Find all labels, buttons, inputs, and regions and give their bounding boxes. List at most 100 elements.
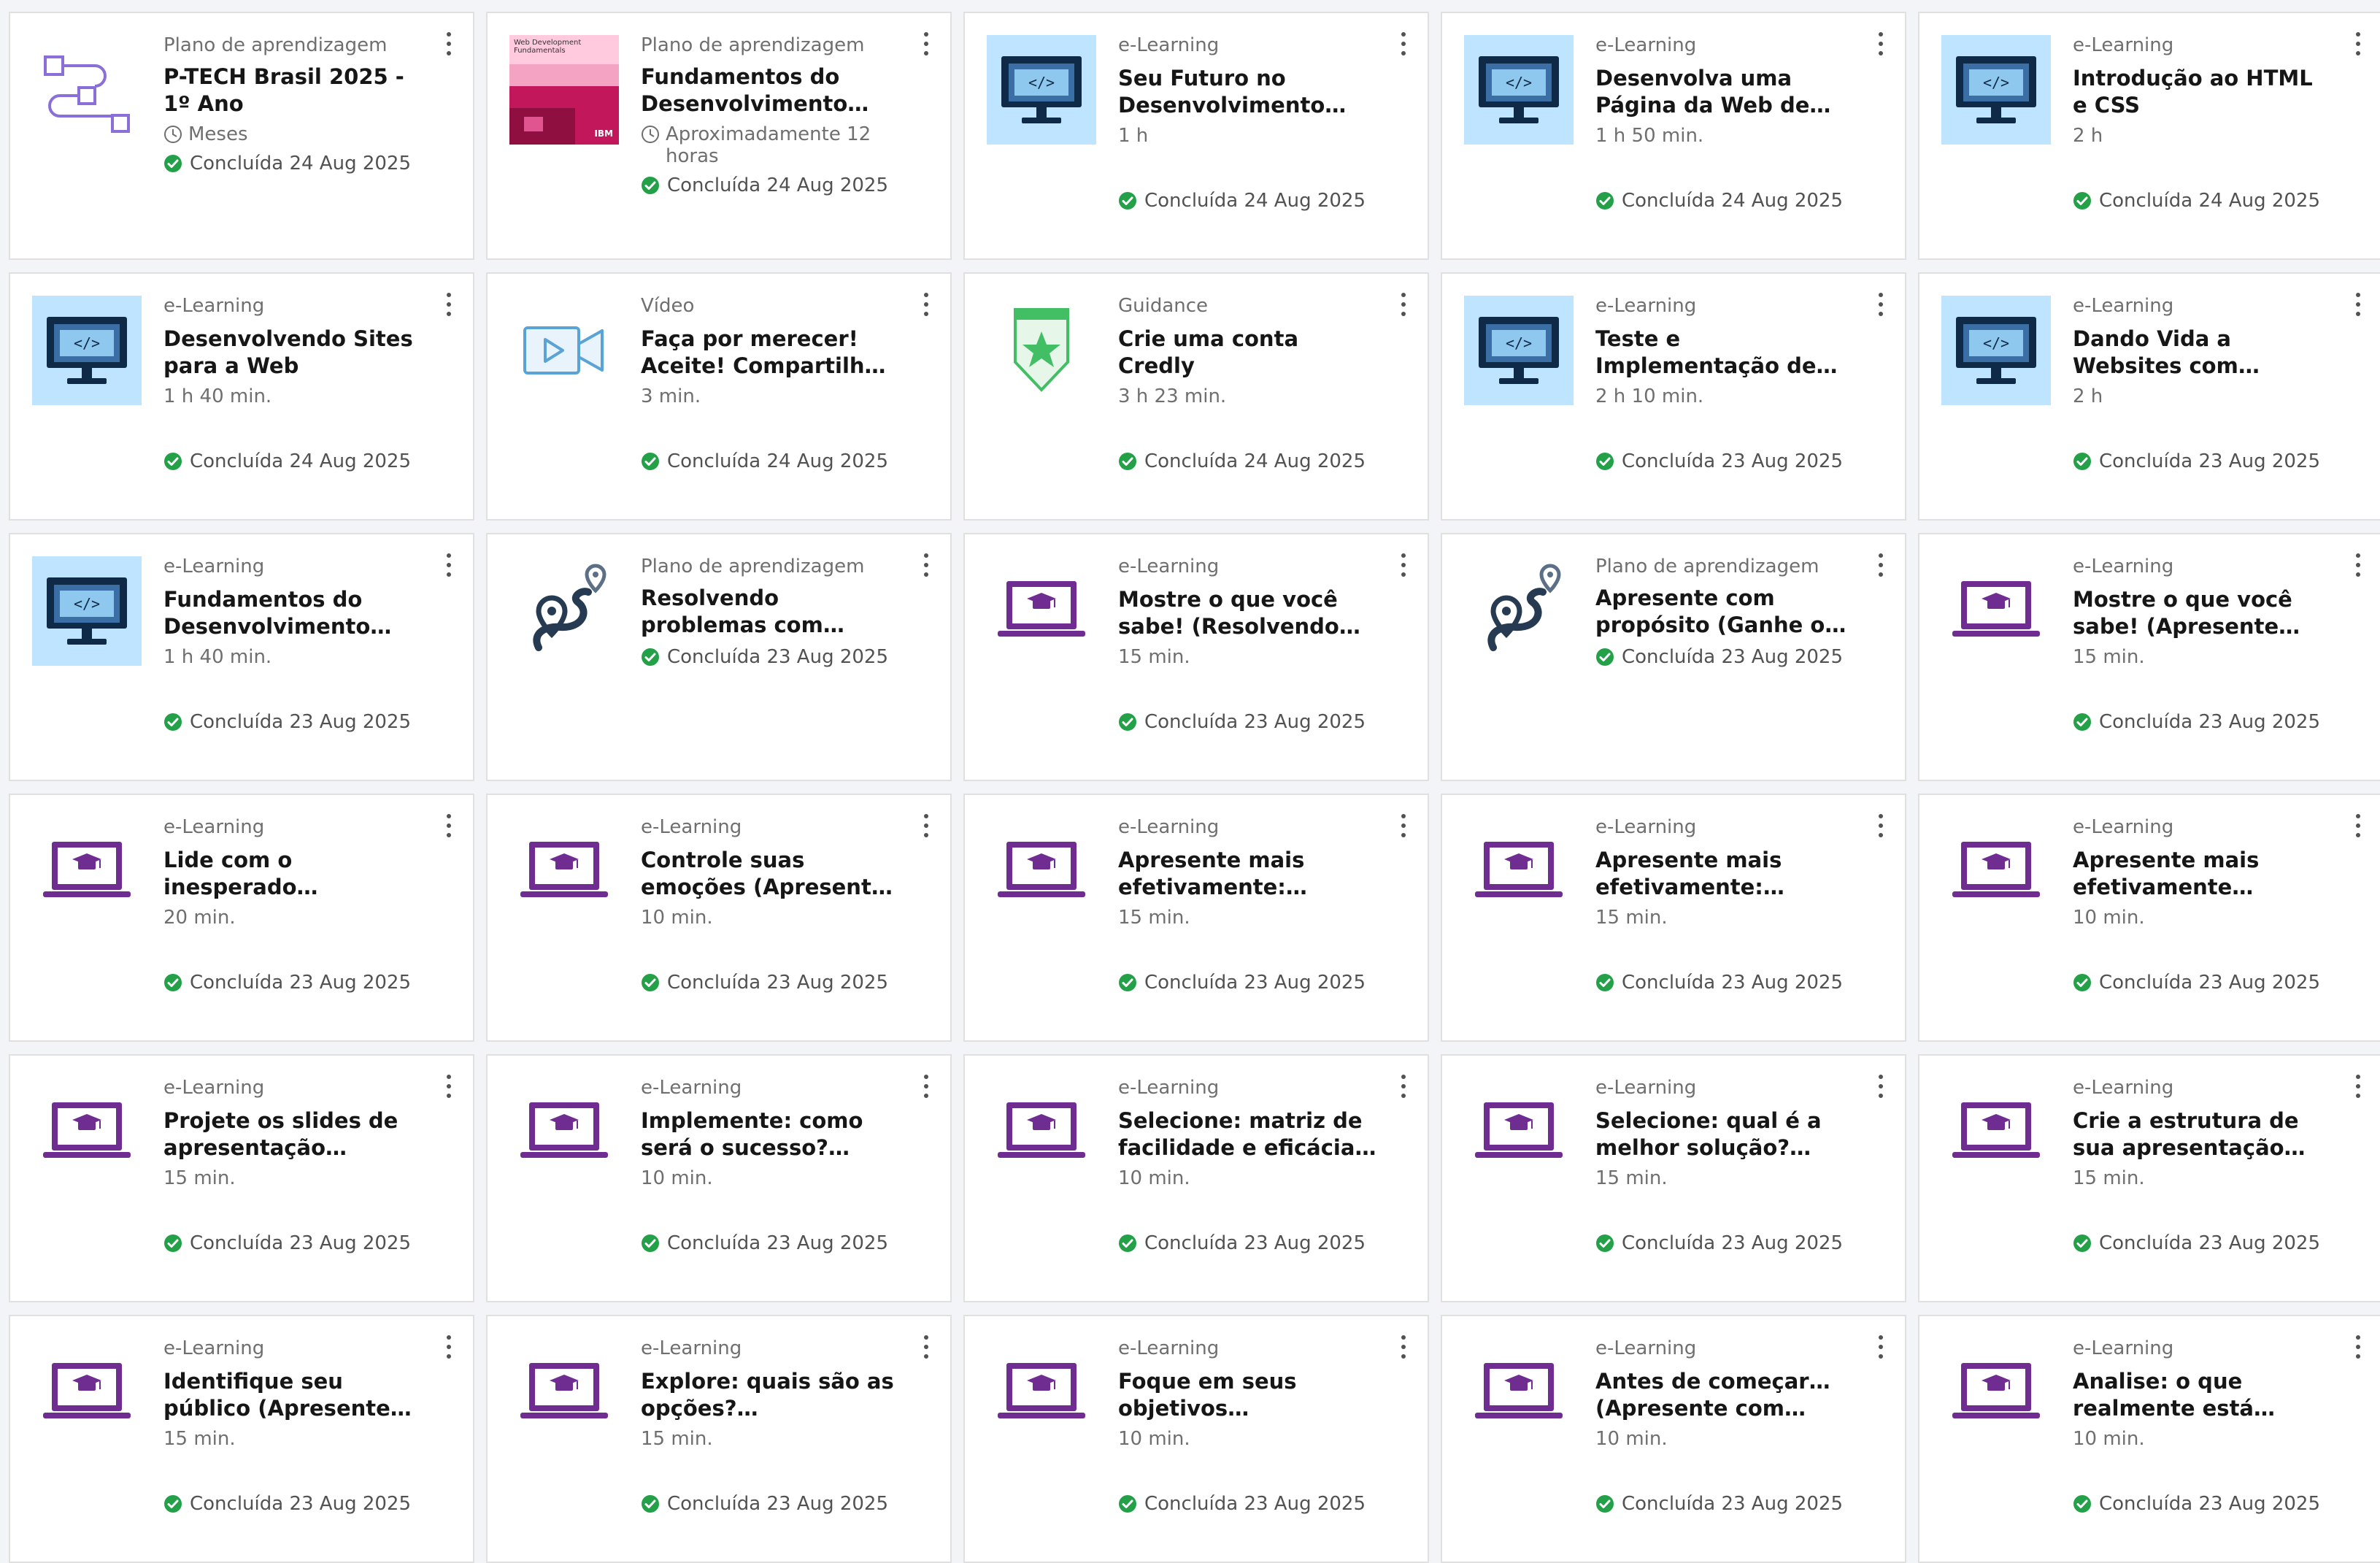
course-card[interactable]: </> e-Learning Fundamentos do Desenvolvi… (9, 533, 474, 781)
laptop-graduation-icon[interactable] (987, 1078, 1096, 1187)
course-card[interactable]: e-Learning Identifique seu público (Apre… (9, 1315, 474, 1563)
monitor-code-icon[interactable]: </> (1941, 296, 2051, 405)
course-card[interactable]: Plano de aprendizagem Apresente com prop… (1441, 533, 1906, 781)
course-card[interactable]: e-Learning Selecione: qual é a melhor so… (1441, 1054, 1906, 1302)
course-title[interactable]: Apresente com propósito (Ganhe o… (1595, 585, 1854, 639)
overflow-menu-icon[interactable] (1876, 29, 1886, 58)
overflow-menu-icon[interactable] (1876, 1072, 1886, 1101)
course-card[interactable]: e-Learning Explore: quais são as opções?… (486, 1315, 952, 1563)
course-title[interactable]: Fundamentos do Desenvolvimento Web (163, 586, 422, 640)
monitor-code-icon[interactable]: </> (1464, 296, 1574, 405)
course-title[interactable]: Projete os slides de apresentação… (163, 1107, 422, 1161)
course-title[interactable]: Seu Futuro no Desenvolvimento Web… (1118, 65, 1376, 119)
course-card[interactable]: </> e-Learning Desenvolvendo Sites para … (9, 272, 474, 521)
course-title[interactable]: Teste e Implementação de Website (1595, 326, 1854, 380)
video-icon[interactable] (509, 296, 619, 405)
course-title[interactable]: Resolvendo problemas com pensamento crít… (641, 585, 899, 639)
laptop-graduation-icon[interactable] (1941, 817, 2051, 926)
overflow-menu-icon[interactable] (444, 1072, 454, 1101)
course-title[interactable]: Antes de começar… (Apresente com… (1595, 1368, 1854, 1422)
course-title[interactable]: Faça por merecer! Aceite! Compartilhe! |… (641, 326, 899, 380)
course-card[interactable]: e-Learning Apresente mais efetivamente: … (963, 794, 1429, 1042)
course-card[interactable]: e-Learning Mostre o que você sabe! (Apre… (1918, 533, 2380, 781)
overflow-menu-icon[interactable] (1876, 290, 1886, 319)
overflow-menu-icon[interactable] (1398, 290, 1409, 319)
course-card[interactable]: e-Learning Implemente: como será o suces… (486, 1054, 952, 1302)
course-card[interactable]: </> e-Learning Desenvolva uma Página da … (1441, 12, 1906, 260)
laptop-graduation-icon[interactable] (1464, 1338, 1574, 1448)
course-title[interactable]: Selecione: qual é a melhor solução?… (1595, 1107, 1854, 1161)
course-card[interactable]: </> e-Learning Seu Futuro no Desenvolvim… (963, 12, 1429, 260)
course-title[interactable]: Crie a estrutura de sua apresentação… (2073, 1107, 2331, 1161)
overflow-menu-icon[interactable] (921, 1072, 931, 1101)
laptop-graduation-icon[interactable] (1941, 1078, 2051, 1187)
laptop-graduation-icon[interactable] (32, 817, 142, 926)
course-card[interactable]: e-Learning Analise: o que realmente está… (1918, 1315, 2380, 1563)
course-card[interactable]: e-Learning Controle suas emoções (Aprese… (486, 794, 952, 1042)
course-card[interactable]: Vídeo Faça por merecer! Aceite! Comparti… (486, 272, 952, 521)
monitor-code-icon[interactable]: </> (32, 556, 142, 666)
course-title[interactable]: Crie uma conta Credly (1118, 326, 1376, 380)
monitor-code-icon[interactable]: </> (32, 296, 142, 405)
overflow-menu-icon[interactable] (921, 290, 931, 319)
course-card[interactable]: </> e-Learning Dando Vida a Websites com… (1918, 272, 2380, 521)
overflow-menu-icon[interactable] (2353, 290, 2363, 319)
monitor-code-icon[interactable]: </> (1464, 35, 1574, 145)
laptop-graduation-icon[interactable] (987, 1338, 1096, 1448)
laptop-graduation-icon[interactable] (1941, 1338, 2051, 1448)
overflow-menu-icon[interactable] (444, 1332, 454, 1362)
overflow-menu-icon[interactable] (921, 29, 931, 58)
overflow-menu-icon[interactable] (1876, 1332, 1886, 1362)
course-title[interactable]: Analise: o que realmente está… (2073, 1368, 2331, 1422)
course-title[interactable]: Explore: quais são as opções? (Resolvend… (641, 1368, 899, 1422)
course-card[interactable]: e-Learning Mostre o que você sabe! (Reso… (963, 533, 1429, 781)
overflow-menu-icon[interactable] (1876, 811, 1886, 840)
overflow-menu-icon[interactable] (921, 811, 931, 840)
overflow-menu-icon[interactable] (1398, 811, 1409, 840)
course-title[interactable]: Selecione: matriz de facilidade e eficác… (1118, 1107, 1376, 1161)
overflow-menu-icon[interactable] (444, 29, 454, 58)
laptop-graduation-icon[interactable] (987, 817, 1096, 926)
course-card[interactable]: e-Learning Projete os slides de apresent… (9, 1054, 474, 1302)
course-title[interactable]: Mostre o que você sabe! (Resolvendo prob… (1118, 586, 1376, 640)
overflow-menu-icon[interactable] (921, 550, 931, 580)
course-card[interactable]: e-Learning Selecione: matriz de facilida… (963, 1054, 1429, 1302)
overflow-menu-icon[interactable] (921, 1332, 931, 1362)
badge-star-icon[interactable] (987, 296, 1096, 405)
overflow-menu-icon[interactable] (1398, 1332, 1409, 1362)
map-path-icon[interactable] (509, 556, 619, 666)
course-title[interactable]: Desenvolva uma Página da Web de Lista de… (1595, 65, 1854, 119)
course-title[interactable]: Fundamentos do Desenvolvimento Web… (641, 64, 899, 118)
course-title[interactable]: Lide com o inesperado (Apresente com… (163, 847, 422, 901)
overflow-menu-icon[interactable] (1876, 550, 1886, 580)
monitor-code-icon[interactable]: </> (1941, 35, 2051, 145)
laptop-graduation-icon[interactable] (987, 556, 1096, 666)
course-title[interactable]: P-TECH Brasil 2025 - 1º Ano (163, 64, 422, 118)
overflow-menu-icon[interactable] (1398, 1072, 1409, 1101)
course-title[interactable]: Identifique seu público (Apresente com… (163, 1368, 422, 1422)
overflow-menu-icon[interactable] (444, 290, 454, 319)
monitor-code-icon[interactable]: </> (987, 35, 1096, 145)
laptop-graduation-icon[interactable] (32, 1078, 142, 1187)
overflow-menu-icon[interactable] (2353, 550, 2363, 580)
learning-plan-icon[interactable] (32, 35, 142, 145)
course-card[interactable]: e-Learning Apresente mais efetivamente… … (1918, 794, 2380, 1042)
overflow-menu-icon[interactable] (2353, 811, 2363, 840)
course-card[interactable]: Guidance Crie uma conta Credly 3 h 23 mi… (963, 272, 1429, 521)
course-card[interactable]: e-Learning Apresente mais efetivamente: … (1441, 794, 1906, 1042)
course-title[interactable]: Controle suas emoções (Apresente com… (641, 847, 899, 901)
course-thumbnail[interactable]: Web Development Fundamentals IBM (509, 35, 619, 145)
laptop-graduation-icon[interactable] (1464, 1078, 1574, 1187)
course-title[interactable]: Desenvolvendo Sites para a Web (163, 326, 422, 380)
course-title[interactable]: Implemente: como será o sucesso? (Resolv… (641, 1107, 899, 1161)
laptop-graduation-icon[interactable] (509, 1078, 619, 1187)
course-title[interactable]: Apresente mais efetivamente: Técnica… (1595, 847, 1854, 901)
course-card[interactable]: Web Development Fundamentals IBM Plano d… (486, 12, 952, 260)
laptop-graduation-icon[interactable] (509, 817, 619, 926)
course-title[interactable]: Apresente mais efetivamente… (2073, 847, 2331, 901)
overflow-menu-icon[interactable] (2353, 29, 2363, 58)
overflow-menu-icon[interactable] (1398, 550, 1409, 580)
course-card[interactable]: e-Learning Antes de começar… (Apresente … (1441, 1315, 1906, 1563)
course-title[interactable]: Apresente mais efetivamente: Técnica… (1118, 847, 1376, 901)
laptop-graduation-icon[interactable] (1464, 817, 1574, 926)
